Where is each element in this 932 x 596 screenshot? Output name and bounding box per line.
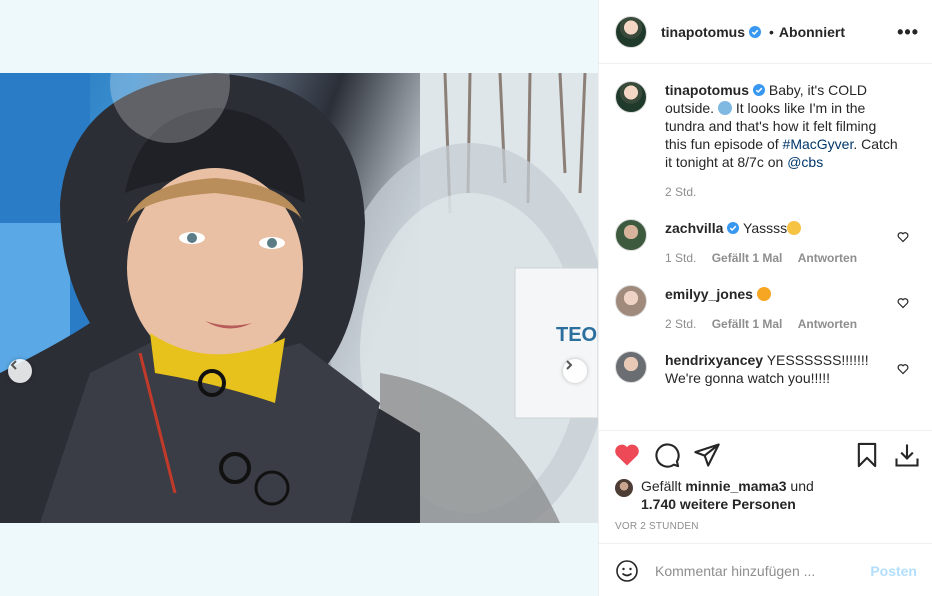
more-options-icon[interactable]: ••• [897,22,919,43]
likes-text: Gefällt minnie_mama3 und 1.740 weitere P… [641,477,814,513]
comment-like-count[interactable]: Gefällt 1 Mal [712,317,783,331]
download-icon[interactable] [893,441,921,469]
emoji-smile-icon[interactable] [615,559,639,583]
commenter-avatar[interactable] [615,219,647,251]
chevron-left-icon [10,360,17,370]
author-avatar[interactable] [615,15,647,48]
comment-text: emilyy_jones [665,285,901,303]
mention-link[interactable]: @cbs [787,154,823,170]
header-separator: • [769,23,774,40]
comment-composer: Posten [599,543,932,596]
sign-text: TEO [556,324,597,346]
reply-button[interactable]: Antworten [798,317,857,331]
chevron-right-icon [566,360,573,370]
comments-list[interactable]: tinapotomus Baby, it's COLD outside. It … [599,65,932,430]
verified-badge-icon [753,84,765,96]
other-likers-link[interactable]: 1.740 weitere Personen [641,496,796,512]
post-photo[interactable]: TEO [0,73,598,523]
author-username[interactable]: tinapotomus [661,24,745,40]
like-comment-heart-icon[interactable] [897,231,909,243]
like-heart-icon[interactable] [613,441,641,469]
comment-meta: 2 Std. Gefällt 1 Mal Antworten [665,315,901,333]
first-liker-link[interactable]: minnie_mama3 [685,478,786,494]
verified-badge-icon [727,222,740,234]
comment-row: hendrixyancey YESSSSSS!!!!!!! We're gonn… [615,351,917,387]
comment-like-count[interactable]: Gefällt 1 Mal [712,251,783,265]
caption-body: tinapotomus Baby, it's COLD outside. It … [665,81,901,201]
caption-time[interactable]: 2 Std. [665,185,696,199]
caption-avatar[interactable] [615,81,647,113]
comment-row: zachvilla Yassss 1 Std. Gefällt 1 Mal An… [615,219,917,267]
comment-row: emilyy_jones 2 Std. Gefällt 1 Mal Antwor… [615,285,917,333]
comment-text: hendrixyancey YESSSSSS!!!!!!! We're gonn… [665,351,901,387]
comment-username[interactable]: emilyy_jones [665,286,753,302]
comment-time[interactable]: 1 Std. [665,251,696,265]
caption-text: tinapotomus Baby, it's COLD outside. It … [665,81,901,171]
comment-input[interactable] [655,562,855,579]
action-icons-row [613,441,921,471]
post-comment-button[interactable]: Posten [870,563,917,579]
verified-badge-icon [749,25,761,38]
hashtag-link[interactable]: #MacGyver [783,136,854,152]
post-actions: Gefällt minnie_mama3 und 1.740 weitere P… [599,430,932,596]
reply-button[interactable]: Antworten [798,251,857,265]
caption-row: tinapotomus Baby, it's COLD outside. It … [615,81,917,201]
comment-username[interactable]: zachvilla [665,220,723,236]
like-comment-heart-icon[interactable] [897,297,909,309]
selfie-illustration: TEO [0,73,598,523]
heart-eyes-emoji-icon [756,287,771,301]
comment-meta: 1 Std. Gefällt 1 Mal Antworten [665,249,901,267]
post-header: tinapotomus • Abonniert ••• [599,0,932,64]
next-image-button[interactable] [563,359,587,383]
comment-body: zachvilla Yassss 1 Std. Gefällt 1 Mal An… [665,219,901,267]
comment-time[interactable]: 2 Std. [665,317,696,331]
like-comment-heart-icon[interactable] [897,363,909,375]
commenter-avatar[interactable] [615,285,647,317]
save-bookmark-icon[interactable] [853,441,881,469]
cold-face-emoji-icon [717,101,732,115]
caption-meta: 2 Std. [665,183,901,201]
prev-image-button[interactable] [8,359,32,383]
comment-body: hendrixyancey YESSSSSS!!!!!!! We're gonn… [665,351,901,387]
likes-conj: und [790,478,814,494]
comment-username[interactable]: hendrixyancey [665,352,763,368]
commenter-avatar[interactable] [615,351,647,383]
post-detail-panel: tinapotomus • Abonniert ••• tinapotomus … [598,0,932,596]
likes-summary: Gefällt minnie_mama3 und 1.740 weitere P… [615,477,814,513]
liker-avatar[interactable] [615,479,633,497]
comment-text: zachvilla Yassss [665,219,901,237]
author-name-group: tinapotomus • Abonniert [661,24,845,40]
follow-button[interactable]: Abonniert [779,24,845,40]
post-timestamp[interactable]: VOR 2 STUNDEN [615,521,699,532]
comment-body: emilyy_jones 2 Std. Gefällt 1 Mal Antwor… [665,285,901,333]
raised-hands-emoji-icon [787,221,802,235]
caption-username[interactable]: tinapotomus [665,82,749,98]
media-area: TEO [0,0,598,596]
share-paper-plane-icon[interactable] [693,441,721,469]
likes-prefix: Gefällt [641,478,682,494]
comment-content: Yassss [743,220,788,236]
comment-bubble-icon[interactable] [653,441,681,469]
